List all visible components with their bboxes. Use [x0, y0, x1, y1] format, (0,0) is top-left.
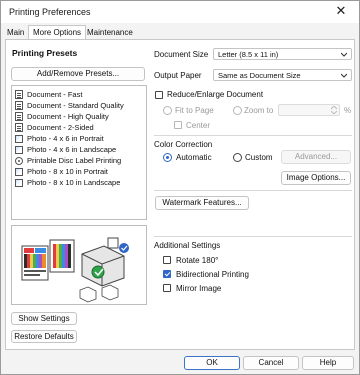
custom-radio[interactable]: [233, 153, 242, 162]
document-size-label: Document Size: [154, 50, 209, 59]
percent-label: %: [344, 106, 352, 115]
output-paper-value: Same as Document Size: [218, 71, 301, 80]
preset-item[interactable]: Photo - 4 x 6 in Portrait: [15, 133, 104, 144]
chevron-down-icon: [341, 73, 347, 78]
close-icon[interactable]: ✕: [333, 3, 349, 19]
additional-settings-label: Additional Settings: [154, 241, 221, 250]
custom-label: Custom: [245, 153, 273, 162]
preset-item[interactable]: Document - Fast: [15, 89, 82, 100]
preset-item[interactable]: Document - Standard Quality: [15, 100, 124, 111]
document-size-value: Letter (8.5 x 11 in): [218, 50, 279, 59]
automatic-radio[interactable]: [163, 153, 172, 162]
cancel-button[interactable]: Cancel: [243, 356, 299, 370]
section-divider: [154, 135, 352, 136]
photo-icon: [15, 134, 23, 143]
photo-icon: [15, 145, 23, 154]
preset-item[interactable]: Photo - 8 x 10 in Portrait: [15, 166, 108, 177]
fit-to-page-label: Fit to Page: [175, 106, 214, 115]
print-preview-illustration: [21, 237, 129, 303]
mirror-image-checkbox[interactable]: [163, 284, 171, 292]
preset-item[interactable]: Document - 2-Sided: [15, 122, 94, 133]
advanced-button[interactable]: Advanced...: [281, 150, 351, 164]
zoom-percent-field[interactable]: [278, 104, 340, 116]
mirror-image-label: Mirror Image: [176, 284, 222, 293]
window-title: Printing Preferences: [9, 7, 91, 17]
output-paper-label: Output Paper: [154, 71, 202, 80]
rotate-180-label: Rotate 180°: [176, 256, 219, 265]
disc-icon: [15, 156, 23, 165]
bidirectional-printing-checkbox[interactable]: [163, 270, 171, 278]
presets-list[interactable]: Document - Fast Document - Standard Qual…: [11, 85, 147, 220]
show-settings-button[interactable]: Show Settings: [11, 312, 77, 325]
tab-bar: Main More Options Maintenance: [1, 25, 359, 40]
preset-item[interactable]: Document - High Quality: [15, 111, 109, 122]
help-button[interactable]: Help: [302, 356, 354, 370]
watermark-features-button[interactable]: Watermark Features...: [155, 196, 249, 210]
preset-item[interactable]: Photo - 8 x 10 in Landscape: [15, 177, 120, 188]
printing-presets-heading: Printing Presets: [12, 48, 78, 58]
ok-button[interactable]: OK: [184, 356, 240, 370]
document-icon: [15, 112, 23, 121]
center-label: Center: [186, 121, 211, 130]
title-bar: Printing Preferences ✕: [1, 1, 359, 23]
zoom-to-radio[interactable]: [233, 106, 242, 115]
preset-item[interactable]: Printable Disc Label Printing: [15, 155, 121, 166]
output-paper-select[interactable]: Same as Document Size: [213, 69, 352, 81]
reduce-enlarge-checkbox[interactable]: [155, 91, 163, 99]
photo-icon: [15, 167, 23, 176]
photo-icon: [15, 178, 23, 187]
tab-maintenance[interactable]: Maintenance: [83, 26, 137, 39]
reduce-enlarge-label: Reduce/Enlarge Document: [167, 90, 264, 99]
color-correction-label: Color Correction: [154, 140, 213, 149]
tab-more-options[interactable]: More Options: [28, 25, 87, 40]
image-options-button[interactable]: Image Options...: [281, 171, 351, 185]
preset-item[interactable]: Photo - 4 x 6 in Landscape: [15, 144, 116, 155]
more-options-panel: Printing Presets Add/Remove Presets... D…: [5, 39, 355, 350]
restore-defaults-button[interactable]: Restore Defaults: [11, 330, 77, 343]
tab-main[interactable]: Main: [3, 26, 28, 39]
document-icon: [15, 123, 23, 132]
chevron-down-icon: [341, 52, 347, 57]
document-icon: [15, 90, 23, 99]
automatic-label: Automatic: [176, 153, 212, 162]
rotate-180-checkbox[interactable]: [163, 256, 171, 264]
center-checkbox[interactable]: [174, 121, 182, 129]
zoom-to-label: Zoom to: [244, 106, 274, 115]
add-remove-presets-button[interactable]: Add/Remove Presets...: [11, 67, 145, 81]
fit-to-page-radio[interactable]: [163, 106, 172, 115]
document-size-select[interactable]: Letter (8.5 x 11 in): [213, 48, 352, 60]
section-divider: [154, 190, 352, 191]
spinner-arrows-icon: [331, 106, 337, 114]
bidirectional-printing-label: Bidirectional Printing: [176, 270, 249, 279]
section-divider: [154, 236, 352, 237]
document-icon: [15, 101, 23, 110]
printing-preferences-window: Printing Preferences ✕ Main More Options…: [0, 0, 360, 375]
print-preview-area: [11, 225, 147, 305]
